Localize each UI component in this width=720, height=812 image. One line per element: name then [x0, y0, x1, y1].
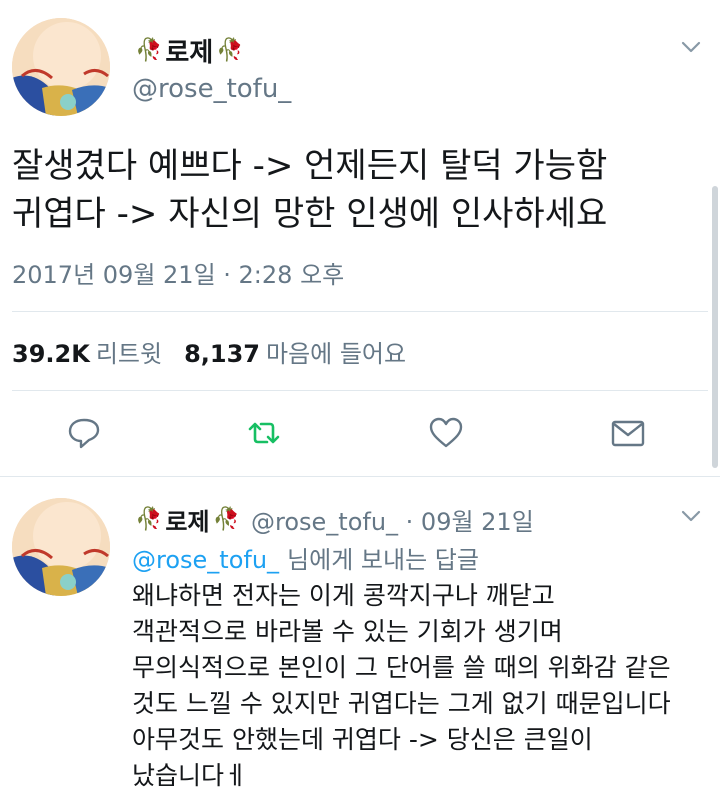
tweet-text: 잘생겼다 예쁘다 -> 언제든지 탈덕 가능함 귀엽다 -> 자신의 망한 인생… [12, 142, 712, 238]
display-name-text: 로제 [165, 38, 214, 68]
chevron-down-icon[interactable] [680, 505, 702, 527]
mail-icon[interactable] [610, 415, 646, 451]
retweet-label[interactable]: 리트윗 [96, 340, 162, 368]
tweet-text-line: 잘생겼다 예쁘다 -> 언제든지 탈덕 가능함 [12, 146, 608, 186]
display-name-text[interactable]: 로제 [165, 502, 209, 537]
reply-text-line: 것도 느낄 수 있지만 귀엽다는 그게 없기 때문입니다 [132, 689, 671, 718]
avatar[interactable] [12, 18, 110, 116]
heart-icon[interactable] [428, 415, 464, 451]
reply-header: 🥀 로제 🥀 @rose_tofu_ · 09월 21일 [132, 502, 534, 537]
reply-text-line: 객관적으로 바라볼 수 있는 기회가 생기며 [132, 617, 563, 646]
reply-text-line: 났습니다ㅔ [132, 761, 248, 790]
handle-and-time[interactable]: @rose_tofu_ · 09월 21일 [251, 502, 534, 537]
like-count[interactable]: 8,137 [184, 340, 260, 368]
reply-icon[interactable] [66, 415, 102, 451]
rose-emoji: 🥀 [212, 507, 240, 532]
user-handle[interactable]: @rose_tofu_ [132, 74, 291, 104]
divider [12, 390, 708, 391]
main-tweet: 🥀 로제 🥀 @rose_tofu_ 잘생겼다 예쁘다 -> 언제든지 탈덕 가… [0, 0, 720, 477]
reply-text-line: 무의식적으로 본인이 그 단어를 쓸 때의 위화감 같은 [132, 653, 671, 682]
mention-link[interactable]: @rose_tofu_ [132, 546, 279, 574]
replying-suffix: 님에게 보내는 답글 [287, 546, 479, 574]
chevron-down-icon[interactable] [680, 36, 702, 58]
like-label[interactable]: 마음에 들어요 [266, 340, 406, 368]
replying-to: @rose_tofu_ 님에게 보내는 답글 [132, 540, 479, 575]
divider [12, 311, 708, 312]
retweet-count[interactable]: 39.2K [12, 340, 90, 368]
tweet-timestamp: 2017년 09월 21일 · 2:28 오후 [12, 261, 345, 289]
rose-emoji: 🥀 [135, 507, 163, 532]
reply-text: 왜냐하면 전자는 이게 콩깍지구나 깨닫고 객관적으로 바라볼 수 있는 기회가… [132, 578, 712, 794]
tweet-text-line: 귀엽다 -> 자신의 망한 인생에 인사하세요 [12, 194, 608, 234]
reply-text-line: 아무것도 안했는데 귀엽다 -> 당신은 큰일이 [132, 725, 593, 754]
avatar[interactable] [12, 498, 110, 596]
rose-emoji: 🥀 [216, 38, 244, 63]
retweet-icon[interactable] [246, 415, 282, 451]
reply-text-line: 왜냐하면 전자는 이게 콩깍지구나 깨닫고 [132, 581, 555, 610]
tweet-stats: 39.2K 리트윗 8,137 마음에 들어요 [12, 334, 406, 369]
scrollbar[interactable] [712, 186, 718, 468]
rose-emoji: 🥀 [135, 38, 163, 63]
display-name[interactable]: 🥀 로제 🥀 [132, 32, 247, 69]
